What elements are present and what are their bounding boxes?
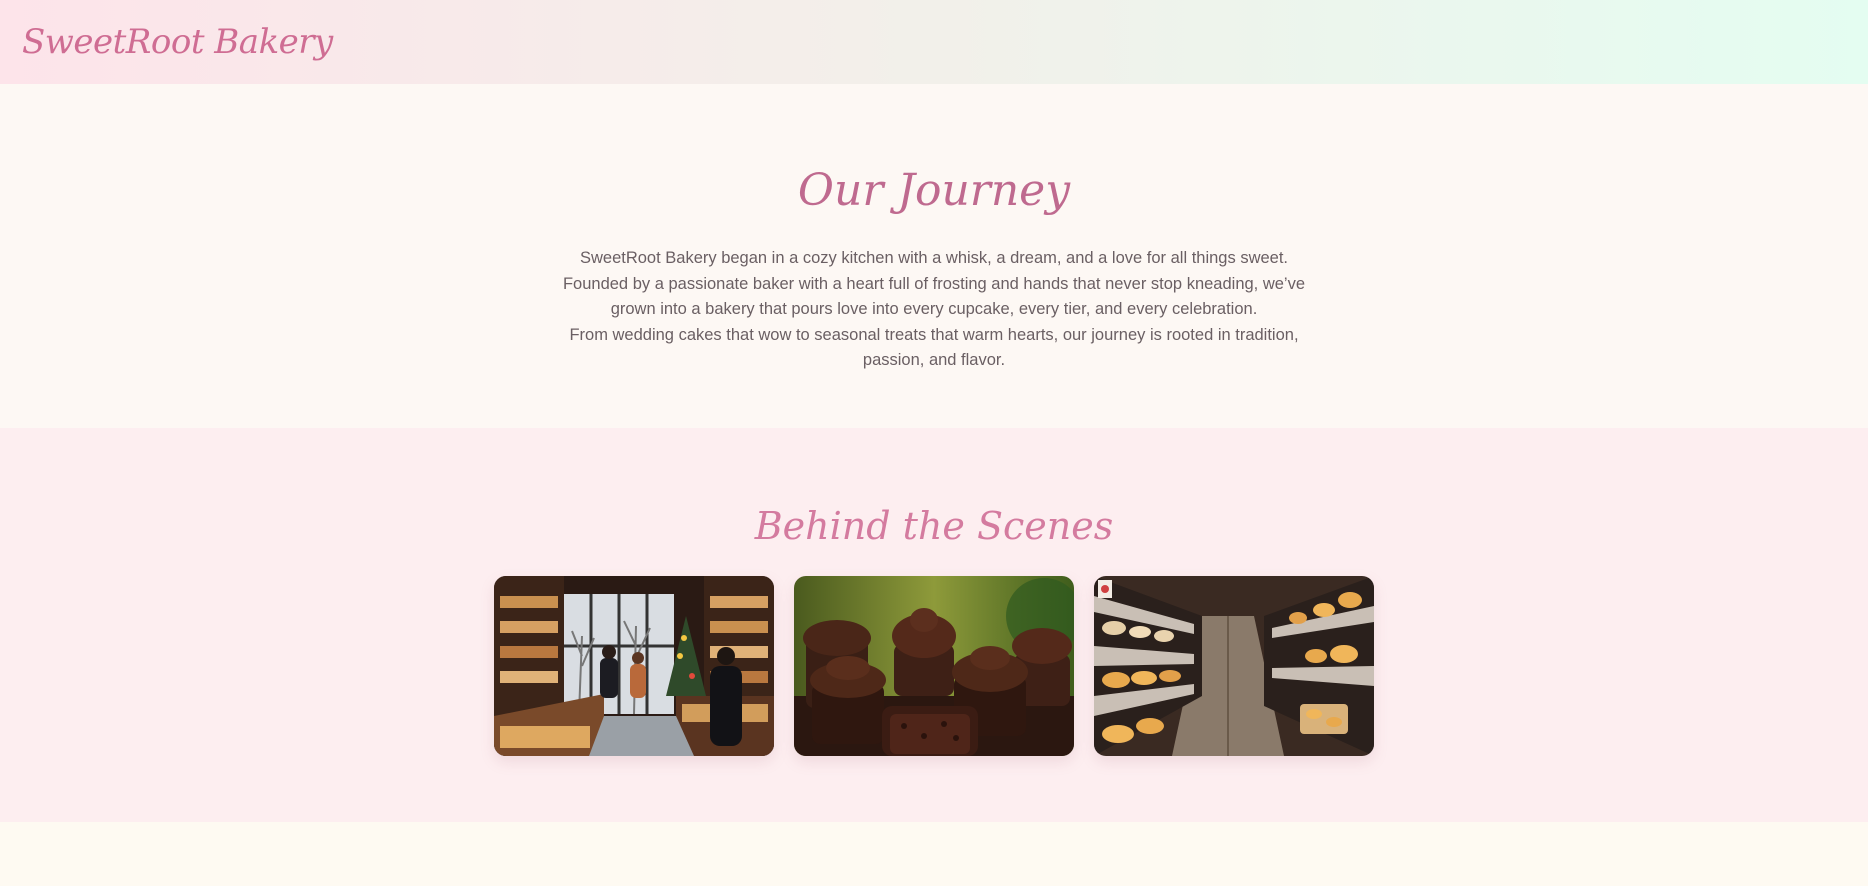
page-bottom-strip [0, 822, 1868, 886]
journey-section: Our Journey SweetRoot Bakery began in a … [0, 84, 1868, 428]
pastry-display-photo[interactable] [1094, 576, 1374, 756]
journey-paragraph: SweetRoot Bakery began in a cozy kitchen… [562, 249, 1306, 318]
scenes-title: Behind the Scenes [754, 504, 1114, 548]
journey-title: Our Journey [797, 165, 1071, 216]
bakery-interior-image [494, 576, 774, 756]
pastry-display-image [1094, 576, 1374, 756]
journey-paragraph: From wedding cakes that wow to seasonal … [569, 325, 1299, 370]
photo-gallery [494, 576, 1374, 756]
brand-logo-link[interactable]: SweetRoot Bakery [22, 22, 333, 62]
behind-the-scenes-section: Behind the Scenes [0, 428, 1868, 822]
chocolate-cupcakes-photo[interactable] [794, 576, 1074, 756]
chocolate-cupcakes-image [794, 576, 1074, 756]
bakery-interior-photo[interactable] [494, 576, 774, 756]
journey-text: SweetRoot Bakery began in a cozy kitchen… [554, 246, 1314, 374]
site-header: SweetRoot Bakery [0, 0, 1868, 84]
